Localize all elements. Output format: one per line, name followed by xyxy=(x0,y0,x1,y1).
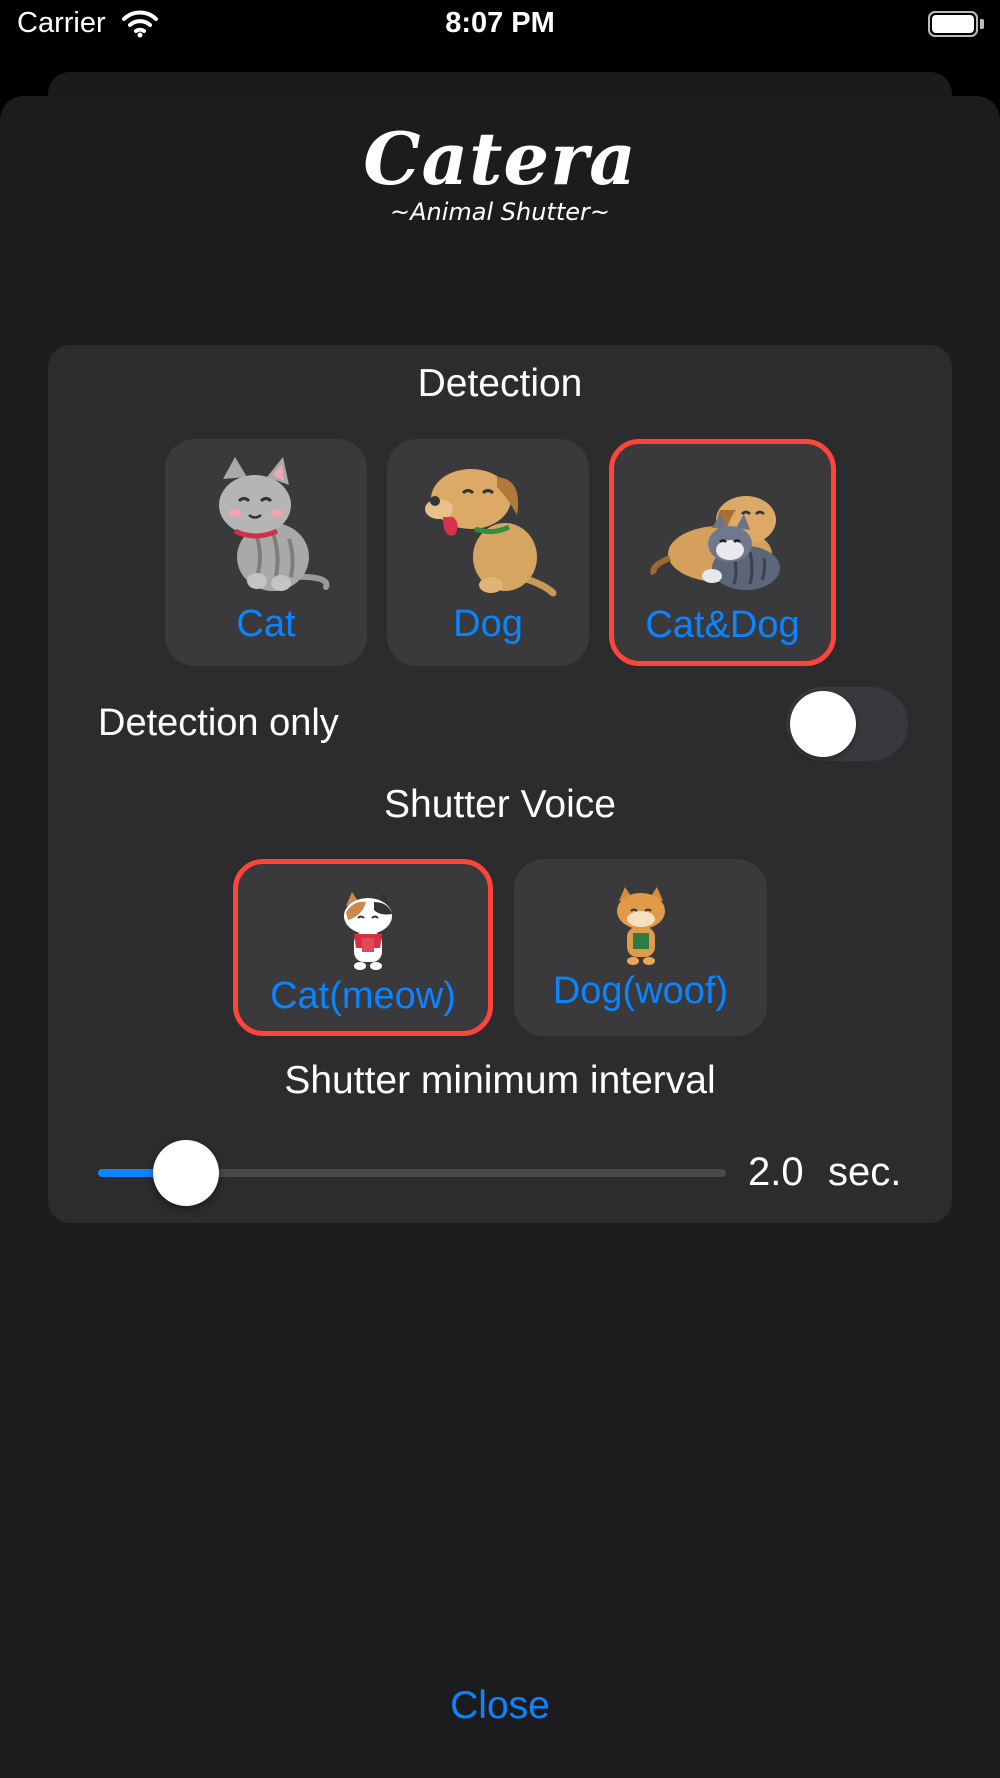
cat-and-dog-icon xyxy=(650,496,780,590)
voice-dog-woof-button[interactable]: Dog(woof) xyxy=(514,859,767,1036)
detection-only-toggle[interactable] xyxy=(786,687,908,761)
voice-cat-meow-button[interactable]: Cat(meow) xyxy=(233,859,493,1036)
clock: 8:07 PM xyxy=(445,7,555,39)
status-bar: Carrier 8:07 PM xyxy=(0,0,1000,54)
toggle-knob xyxy=(790,691,856,757)
voice-dog-woof-label: Dog(woof) xyxy=(552,970,729,1012)
battery-icon xyxy=(928,11,984,37)
calico-cat-icon xyxy=(344,892,392,970)
voice-cat-meow-label: Cat(meow) xyxy=(270,975,456,1017)
interval-title: Shutter minimum interval xyxy=(284,1059,716,1102)
app-logo: Catera ~Animal Shutter~ xyxy=(0,116,1000,227)
close-button[interactable]: Close xyxy=(0,1684,1000,1728)
interval-value: 2.0 xyxy=(748,1150,804,1194)
detection-title: Detection xyxy=(417,362,583,405)
interval-unit: sec. xyxy=(828,1150,902,1194)
detection-dog-button[interactable]: Dog xyxy=(387,439,589,666)
dog-icon xyxy=(425,469,557,597)
shutter-voice-title: Shutter Voice xyxy=(384,783,616,826)
logo-subtitle: ~Animal Shutter~ xyxy=(389,198,610,226)
detection-cat-and-dog-button[interactable]: Cat&Dog xyxy=(609,439,836,666)
detection-cat-and-dog-label: Cat&Dog xyxy=(645,604,800,646)
shiba-dog-icon xyxy=(617,887,665,965)
detection-only-label: Detection only xyxy=(98,702,339,744)
detection-dog-label: Dog xyxy=(453,603,523,645)
interval-slider-thumb[interactable] xyxy=(152,1140,219,1206)
detection-cat-label: Cat xyxy=(236,603,296,645)
cat-icon xyxy=(219,457,330,591)
logo-title: Catera xyxy=(363,116,637,201)
detection-cat-button[interactable]: Cat xyxy=(165,439,367,666)
